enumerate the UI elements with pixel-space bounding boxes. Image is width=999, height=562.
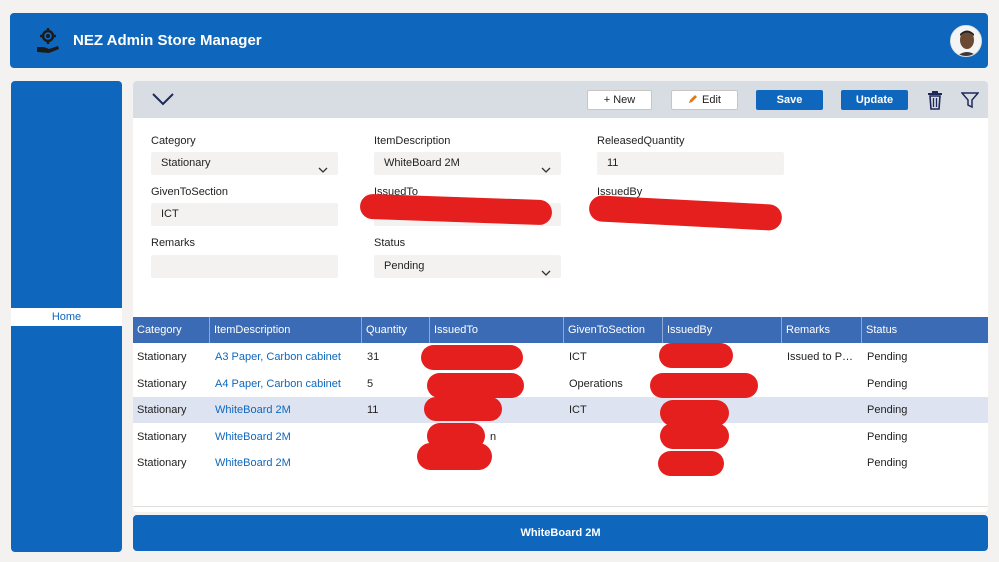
column-header-item-description[interactable]: ItemDescription (210, 317, 362, 343)
table-row[interactable]: Stationary A4 Paper, Carbon cabinet 5 Op… (133, 371, 988, 397)
released-quantity-label: ReleasedQuantity (597, 135, 685, 147)
cell-given-to-section (566, 450, 661, 476)
redaction-mark (650, 373, 758, 398)
redaction-mark (660, 423, 729, 449)
pencil-icon (688, 94, 698, 107)
column-header-remarks[interactable]: Remarks (782, 317, 862, 343)
chevron-down-icon[interactable] (151, 91, 175, 110)
remarks-label: Remarks (151, 237, 196, 249)
user-avatar[interactable] (950, 25, 982, 57)
divider (133, 506, 988, 507)
cell-category: Stationary (137, 431, 187, 443)
main-panel: + New Edit Save Update Category Stationa… (133, 81, 988, 512)
given-to-section-label: GivenToSection (151, 186, 229, 198)
status-dropdown[interactable]: Pending (374, 255, 561, 278)
new-button[interactable]: + New (587, 90, 652, 110)
redaction-mark (424, 397, 502, 421)
redaction-mark (421, 345, 523, 370)
item-description-dropdown[interactable]: WhiteBoard 2M (374, 152, 561, 175)
status-label: Status (374, 237, 406, 249)
cell-category: Stationary (137, 378, 187, 390)
redaction-mark (417, 443, 492, 470)
chevron-down-icon (541, 160, 551, 183)
cell-item-description[interactable]: WhiteBoard 2M (212, 450, 360, 476)
cell-status: Pending (867, 378, 908, 390)
table-header: Category ItemDescription Quantity Issued… (133, 317, 988, 343)
sidebar: Home (11, 81, 122, 552)
cell-category: Stationary (137, 351, 187, 363)
item-description-value: WhiteBoard 2M (384, 157, 460, 169)
cell-status: Pending (867, 431, 908, 443)
table-row[interactable]: Stationary WhiteBoard 2M Pending (133, 450, 988, 476)
update-button[interactable]: Update (841, 90, 908, 110)
column-header-issued-to[interactable]: IssuedTo (430, 317, 564, 343)
edit-label: Edit (702, 94, 721, 106)
cell-remarks (784, 397, 860, 423)
redaction-mark (588, 194, 783, 232)
sidebar-item-home[interactable]: Home (11, 308, 122, 326)
cell-given-to-section: ICT (569, 351, 587, 363)
cell-remarks (784, 424, 860, 450)
category-value: Stationary (161, 157, 211, 169)
cell-quantity (364, 424, 428, 450)
cell-item-description[interactable]: WhiteBoard 2M (212, 397, 360, 423)
chevron-down-icon (318, 160, 328, 183)
cell-status: Pending (867, 457, 908, 469)
cell-item-description[interactable]: A4 Paper, Carbon cabinet (212, 371, 360, 397)
cell-quantity: 31 (367, 351, 380, 363)
edit-button[interactable]: Edit (671, 90, 738, 110)
remarks-input[interactable] (151, 255, 338, 278)
cell-quantity: 5 (367, 378, 374, 390)
app-header: NEZ Admin Store Manager (10, 13, 988, 68)
redaction-mark (658, 451, 724, 476)
column-header-category[interactable]: Category (133, 317, 210, 343)
cell-given-to-section: ICT (569, 404, 587, 416)
gear-hand-icon (34, 27, 62, 55)
cell-quantity: 11 (367, 404, 379, 416)
cell-category: Stationary (137, 404, 187, 416)
selected-item-bar[interactable]: WhiteBoard 2M (133, 515, 988, 551)
toolbar: + New Edit Save Update (133, 81, 988, 118)
redaction-mark (659, 343, 733, 368)
redaction-mark (427, 373, 524, 398)
cell-remarks (784, 450, 860, 476)
cell-item-description[interactable]: A3 Paper, Carbon cabinet (212, 344, 360, 370)
table-row[interactable]: Stationary WhiteBoard 2M n Pending (133, 424, 988, 450)
column-header-status[interactable]: Status (862, 317, 988, 343)
cell-issued-to: n (490, 431, 497, 443)
status-value: Pending (384, 260, 425, 272)
released-quantity-input[interactable]: 11 (597, 152, 784, 175)
category-dropdown[interactable]: Stationary (151, 152, 338, 175)
table-row-selected[interactable]: Stationary WhiteBoard 2M 11 ICT Pending (133, 397, 988, 423)
column-header-given-to-section[interactable]: GivenToSection (564, 317, 663, 343)
cell-remarks (784, 371, 860, 397)
chevron-down-icon (541, 263, 551, 286)
given-to-section-input[interactable]: ICT (151, 203, 338, 226)
cell-status: Pending (867, 351, 908, 363)
table-row[interactable]: Stationary A3 Paper, Carbon cabinet 31 I… (133, 344, 988, 370)
column-header-issued-by[interactable]: IssuedBy (663, 317, 782, 343)
cell-given-to-section: Operations (569, 378, 623, 390)
cell-item-description[interactable]: WhiteBoard 2M (212, 424, 360, 450)
trash-icon[interactable] (925, 89, 945, 111)
cell-category: Stationary (137, 457, 187, 469)
category-label: Category (151, 135, 196, 147)
app-title: NEZ Admin Store Manager (73, 32, 262, 49)
filter-icon[interactable] (960, 89, 980, 111)
cell-status: Pending (867, 404, 908, 416)
cell-remarks: Issued to PME... (787, 351, 860, 363)
cell-given-to-section (566, 424, 661, 450)
column-header-quantity[interactable]: Quantity (362, 317, 430, 343)
save-button[interactable]: Save (756, 90, 823, 110)
item-description-label: ItemDescription (374, 135, 451, 147)
